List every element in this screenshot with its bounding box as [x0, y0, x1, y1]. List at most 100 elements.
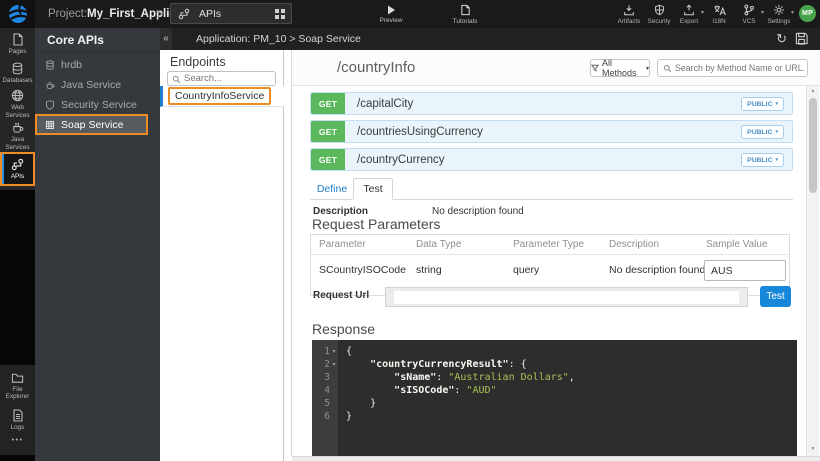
access-label: PUBLIC [747, 157, 772, 164]
settings-label: Settings [768, 18, 791, 25]
export-upload-icon [683, 4, 695, 16]
core-api-item-security-service[interactable]: Security Service [35, 95, 160, 115]
endpoint-path: /capitalCity [357, 98, 413, 110]
sidebar-item-apis[interactable]: APIs [0, 152, 35, 186]
user-avatar[interactable]: MP [799, 5, 816, 22]
access-dropdown[interactable]: PUBLIC ▾ [741, 97, 784, 111]
code-line: "sName": "Australian Dollars", [346, 371, 797, 384]
endpoint-path: /countryCurrency [357, 154, 445, 166]
logs-icon [12, 409, 24, 422]
artifacts-button[interactable]: Artifacts [614, 2, 644, 27]
filter-funnel-icon [591, 64, 599, 72]
folder-icon [11, 372, 24, 384]
gutter-line: 1▾ [312, 345, 338, 358]
panel-divider [291, 50, 292, 456]
request-url-input[interactable] [394, 291, 739, 304]
refresh-icon[interactable]: ↻ [776, 28, 787, 50]
sidebar-item-file-explorer[interactable]: File Explorer [0, 369, 35, 403]
vertical-scrollbar[interactable]: ▲ ▼ [806, 86, 819, 456]
security-button[interactable]: Security [644, 2, 674, 27]
tutorials-button[interactable]: Tutorials [443, 2, 487, 27]
code-line: "countryCurrencyResult": { [346, 358, 797, 371]
fold-icon[interactable]: ▾ [330, 348, 338, 355]
core-api-item-soap-service[interactable]: Soap Service [35, 114, 148, 135]
topbar-right-actions: Artifacts Security Export ▾ [614, 2, 794, 27]
endpoint-item-countryinfoservice[interactable]: CountryInfoService [160, 86, 284, 107]
settings-caret-icon: ▾ [791, 9, 794, 16]
method-search-input[interactable] [675, 61, 805, 75]
sidebar-item-label: APIs [11, 173, 24, 181]
description-value: No description found [432, 206, 524, 217]
param-type: query [513, 255, 539, 286]
gutter-line: 4 [312, 384, 338, 397]
search-icon [663, 64, 672, 73]
core-api-item-hrdb[interactable]: hrdb [35, 55, 160, 75]
i18n-button[interactable]: I18N [704, 2, 734, 27]
export-button[interactable]: Export ▾ [674, 2, 704, 27]
code-line: } [346, 397, 797, 410]
editor-code-area[interactable]: { "countryCurrencyResult": { "sName": "A… [338, 340, 797, 456]
access-dropdown[interactable]: PUBLIC ▾ [741, 125, 784, 139]
scrollbar-thumb[interactable] [809, 98, 817, 193]
endpoints-search-input[interactable] [184, 72, 274, 85]
sidebar-item-java-services[interactable]: Java Services [0, 120, 35, 152]
core-api-item-java-service[interactable]: Java Service [35, 75, 160, 95]
scroll-up-icon[interactable]: ▲ [807, 88, 819, 94]
coffee-icon [11, 121, 24, 134]
top-bar: Project:My_First_Application > APIs Prev… [0, 0, 820, 28]
scroll-down-icon[interactable]: ▼ [807, 446, 819, 452]
application-breadcrumb: Application: PM_10 > Soap Service [196, 28, 361, 50]
sidebar-item-pages[interactable]: Pages [0, 30, 35, 59]
settings-button[interactable]: Settings ▾ [764, 2, 794, 27]
test-button[interactable]: Test [760, 286, 791, 307]
artifacts-label: Artifacts [618, 18, 641, 25]
preview-button[interactable]: Preview [369, 2, 413, 27]
workspace-tab-apis[interactable]: APIs [170, 3, 292, 24]
method-badge: GET [311, 93, 345, 114]
methods-filter-dropdown[interactable]: All Methods ▾ [590, 59, 650, 77]
save-icon[interactable] [795, 32, 808, 45]
core-api-item-label: Java Service [61, 79, 121, 91]
code-line: { [346, 345, 797, 358]
sidebar-top-group: Pages Databases Web Services [0, 28, 35, 190]
collapse-panel-button[interactable]: « [160, 28, 172, 50]
sample-value-input[interactable] [704, 260, 786, 281]
sidebar-item-logs[interactable]: Logs [0, 405, 35, 435]
tab-define[interactable]: Define [313, 178, 351, 200]
table-header-row: Parameter Data Type Parameter Type Descr… [311, 235, 789, 255]
apps-grid-icon[interactable] [275, 9, 285, 19]
app-logo[interactable] [0, 0, 35, 28]
endpoint-row-countriesusingcurrency[interactable]: GET /countriesUsingCurrency PUBLIC ▾ [310, 120, 793, 143]
i18n-language-icon [713, 4, 726, 16]
sidebar-more-button[interactable]: ••• [0, 437, 35, 444]
gutter-line: 2▾ [312, 358, 338, 371]
settings-gear-icon [773, 4, 785, 16]
vcs-button[interactable]: VCS ▾ [734, 2, 764, 27]
service-title: /countryInfo [337, 50, 415, 86]
endpoint-item-label: CountryInfoService [168, 87, 271, 105]
tab-test[interactable]: Test [353, 178, 393, 200]
access-dropdown[interactable]: PUBLIC ▾ [741, 153, 784, 167]
endpoint-row-capitalcity[interactable]: GET /capitalCity PUBLIC ▾ [310, 92, 793, 115]
column-header: Parameter Type [513, 235, 584, 255]
sidebar-item-label: Pages [9, 48, 27, 56]
horizontal-scrollbar[interactable] [292, 456, 820, 461]
artifacts-download-icon [623, 4, 635, 16]
sidebar-item-label: File Explorer [0, 386, 35, 401]
fold-icon[interactable]: ▾ [330, 361, 338, 368]
code-line: } [346, 410, 797, 423]
endpoints-title: Endpoints [170, 55, 226, 69]
sidebar-item-databases[interactable]: Databases [0, 59, 35, 88]
export-label: Export [680, 18, 698, 25]
pages-icon [12, 33, 24, 46]
column-header: Sample Value [706, 235, 768, 255]
editor-gutter: 1▾ 2▾ 3 4 5 6 [312, 340, 338, 456]
sidebar-item-web-services[interactable]: Web Services [0, 88, 35, 120]
i18n-label: I18N [712, 18, 725, 25]
column-header: Description [609, 235, 659, 255]
endpoint-row-countrycurrency[interactable]: GET /countryCurrency PUBLIC ▾ [310, 148, 793, 171]
service-header: /countryInfo All Methods ▾ [292, 50, 820, 86]
endpoints-panel: Endpoints CountryInfoService [160, 50, 284, 461]
response-code-editor[interactable]: 1▾ 2▾ 3 4 5 6 { "countryCurrencyResult":… [312, 340, 797, 456]
breadcrumb-chevron-icon: > [156, 0, 163, 28]
